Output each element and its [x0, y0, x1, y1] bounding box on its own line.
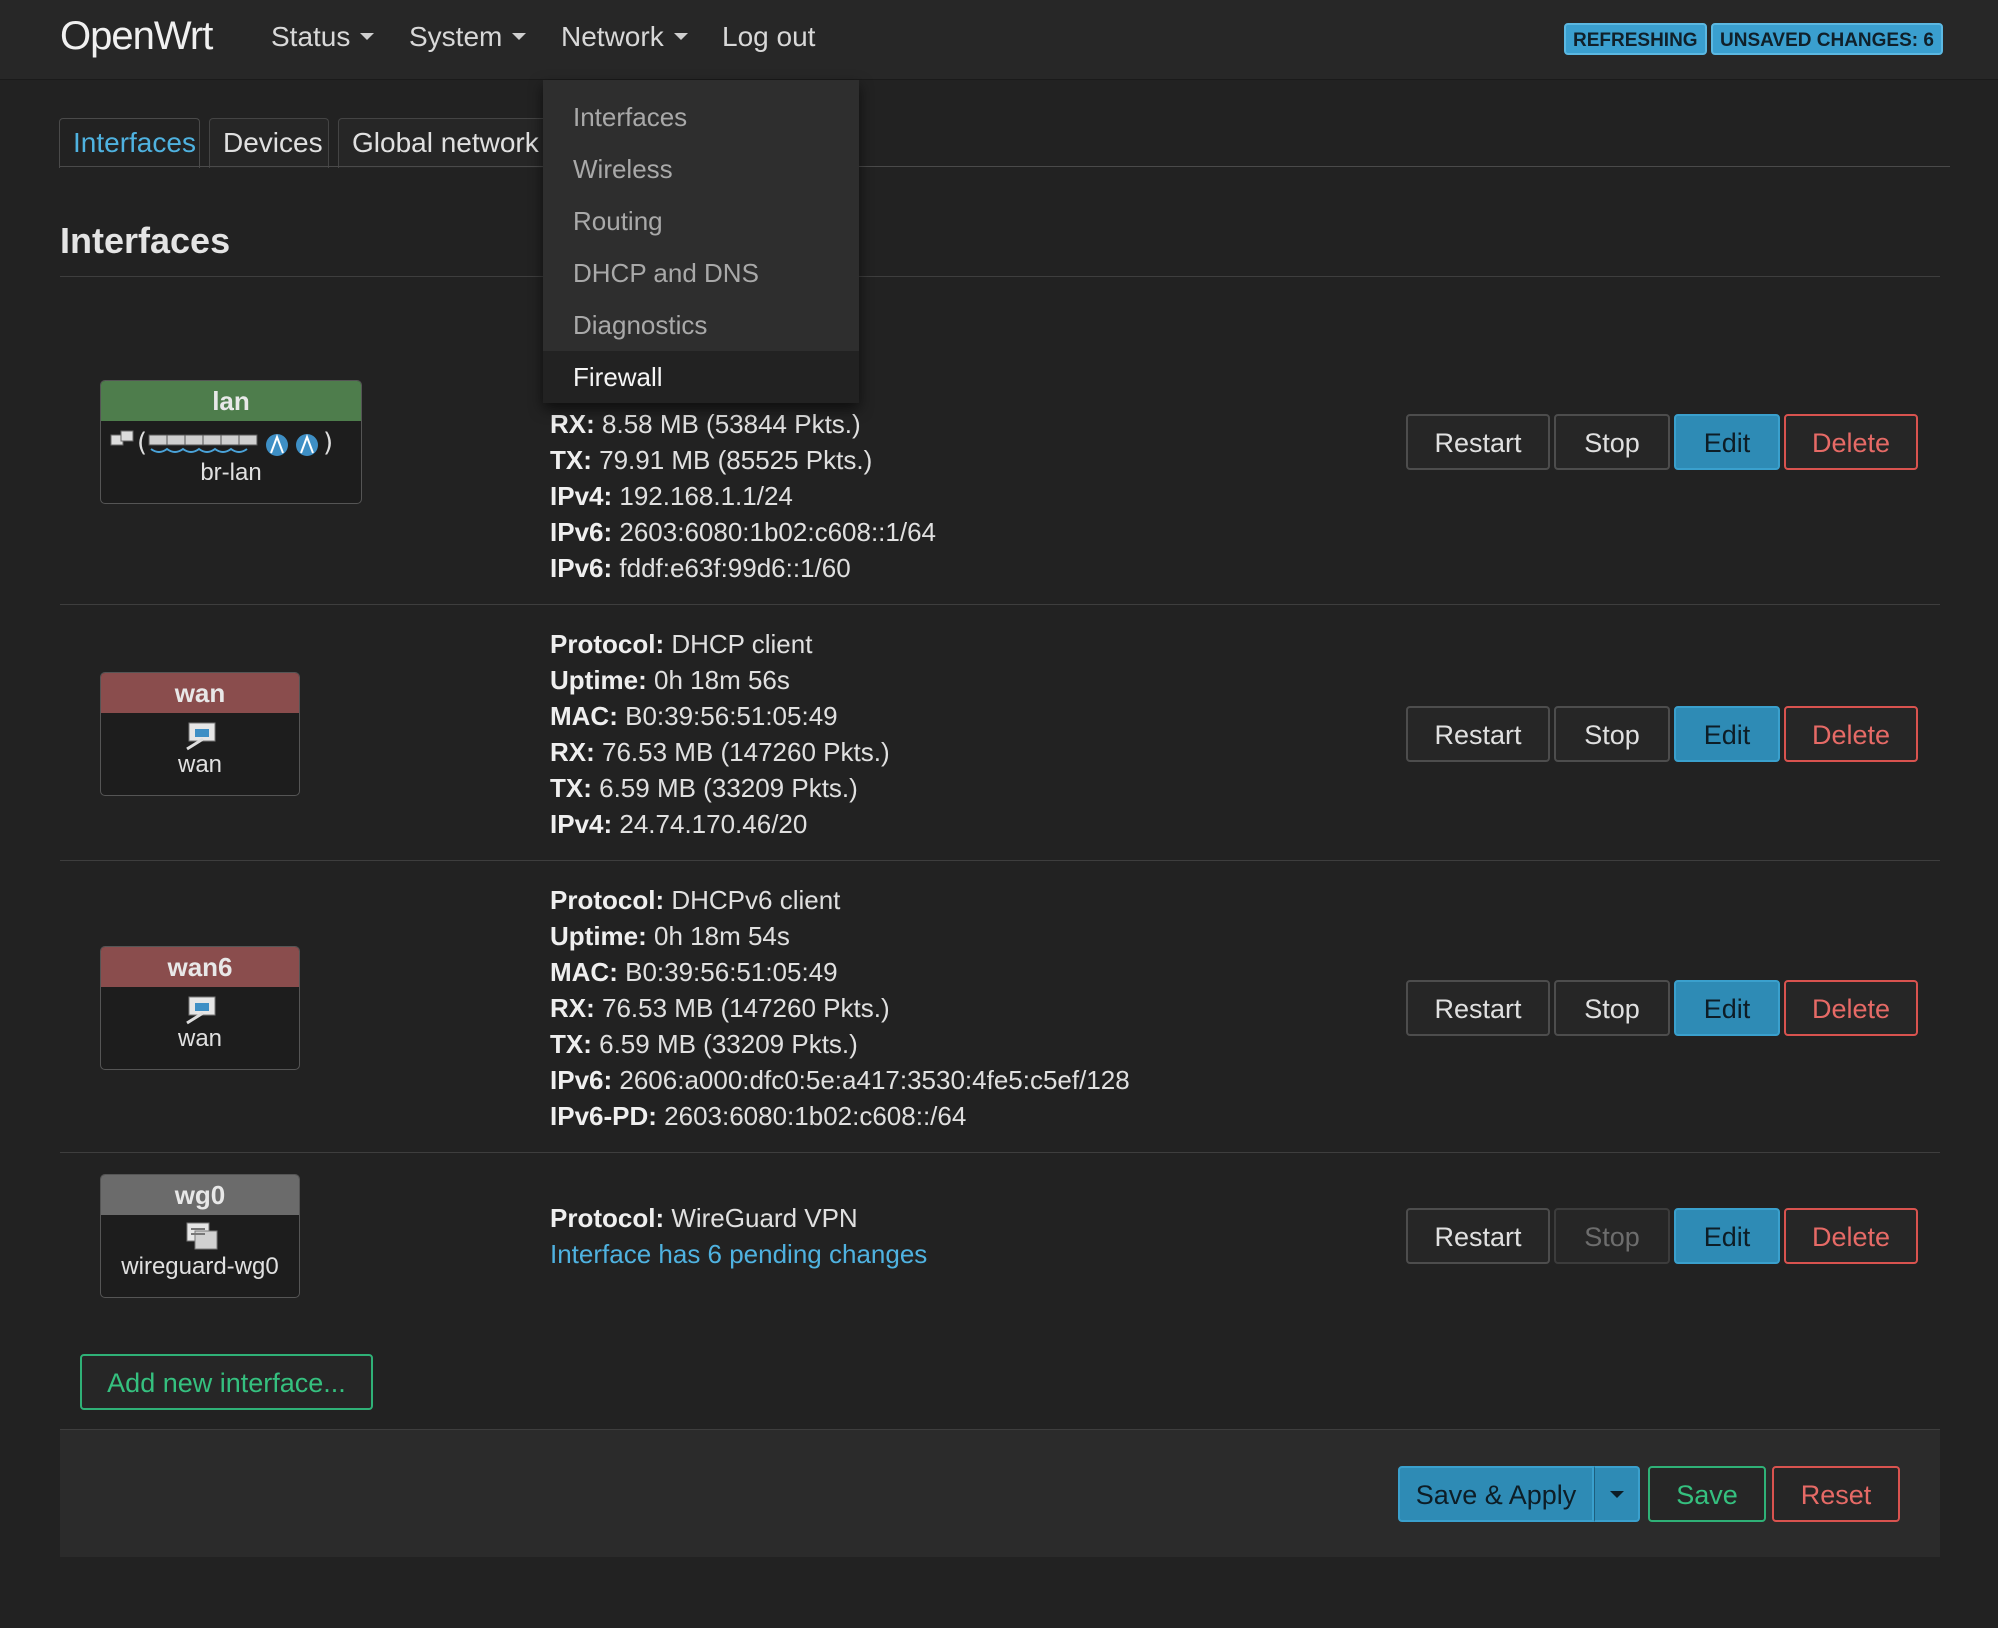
tab-devices[interactable]: Devices [209, 118, 329, 168]
info-line: IPv6: 2603:6080:1b02:c608::1/64 [550, 517, 937, 547]
ethernet-port-icon [186, 722, 216, 751]
svg-text:): ) [323, 428, 333, 458]
nav-logout[interactable]: Log out [722, 21, 815, 53]
menu-item-wireless[interactable]: Wireless [543, 143, 859, 195]
nav-network-label: Network [561, 21, 664, 52]
menu-item-diagnostics[interactable]: Diagnostics [543, 299, 859, 351]
info-line: TX: 79.91 MB (85525 Pkts.) [550, 445, 873, 475]
info-line: Protocol: DHCP client [550, 629, 813, 659]
page-title: Interfaces [60, 220, 231, 261]
tunnel-icon [186, 1222, 218, 1250]
interface-badge-wan6[interactable]: wan6 wan [100, 946, 300, 1070]
info-line: Protocol: WireGuard VPN [550, 1203, 858, 1233]
ethernet-port-icon-wrap [101, 987, 299, 1025]
interface-device: wireguard-wg0 [121, 1253, 279, 1280]
chevron-down-icon [1609, 1491, 1624, 1499]
nav-status[interactable]: Status [271, 21, 375, 53]
restart-button[interactable]: Restart [1406, 414, 1550, 470]
interface-info-wg0: Protocol: WireGuard VPN Interface has 6 … [550, 1200, 927, 1272]
menu-item-interfaces[interactable]: Interfaces [543, 91, 859, 143]
nav-status-label: Status [271, 21, 351, 52]
row-divider [60, 860, 1940, 861]
interface-info-wan: Protocol: DHCP client Uptime: 0h 18m 56s… [550, 626, 890, 842]
info-line: RX: 76.53 MB (147260 Pkts.) [550, 993, 890, 1023]
pending-changes-note: Interface has 6 pending changes [550, 1239, 928, 1269]
restart-button[interactable]: Restart [1406, 706, 1550, 762]
reset-button[interactable]: Reset [1772, 1466, 1900, 1522]
edit-button[interactable]: Edit [1674, 1208, 1780, 1264]
info-line: MAC: B0:39:56:51:05:49 [550, 957, 838, 987]
info-line: IPv4: 192.168.1.1/24 [550, 481, 793, 511]
tab-interfaces[interactable]: Interfaces [59, 118, 200, 168]
info-line: RX: 76.53 MB (147260 Pkts.) [550, 737, 890, 767]
chevron-down-icon [512, 33, 527, 41]
divider [60, 276, 1940, 277]
stop-button[interactable]: Stop [1554, 414, 1670, 470]
brand-logo[interactable]: OpenWrt [60, 14, 213, 59]
unsaved-changes-badge[interactable]: UNSAVED CHANGES: 6 [1711, 23, 1943, 55]
edit-button[interactable]: Edit [1674, 980, 1780, 1036]
restart-button[interactable]: Restart [1406, 980, 1550, 1036]
delete-button[interactable]: Delete [1784, 414, 1918, 470]
info-line: MAC: B0:39:56:51:05:49 [550, 701, 838, 731]
save-apply-dropdown[interactable] [1594, 1466, 1640, 1522]
nav-logout-label: Log out [722, 21, 816, 52]
chevron-down-icon [360, 33, 375, 41]
interface-info-wan6: Protocol: DHCPv6 client Uptime: 0h 18m 5… [550, 882, 1130, 1134]
delete-button[interactable]: Delete [1784, 706, 1918, 762]
interface-name: wg0 [101, 1175, 299, 1215]
info-line: Protocol: DHCPv6 client [550, 885, 841, 915]
stop-button[interactable]: Stop [1554, 980, 1670, 1036]
interface-name: wan [101, 673, 299, 713]
bridge-ports-icons: ( ) [101, 421, 361, 459]
menu-item-routing[interactable]: Routing [543, 195, 859, 247]
info-line: TX: 6.59 MB (33209 Pkts.) [550, 773, 858, 803]
interface-info-lan: RX: 8.58 MB (53844 Pkts.) TX: 79.91 MB (… [550, 406, 936, 586]
info-line: Uptime: 0h 18m 56s [550, 665, 790, 695]
stop-button[interactable]: Stop [1554, 706, 1670, 762]
nav-network[interactable]: Network [561, 21, 688, 53]
bridge-icon: ( ) [110, 428, 333, 458]
menu-item-dhcp-dns[interactable]: DHCP and DNS [543, 247, 859, 299]
menu-item-firewall[interactable]: Firewall [543, 351, 859, 403]
interface-badge-wan[interactable]: wan wan [100, 672, 300, 796]
interface-device: wan [177, 1025, 223, 1052]
edit-button[interactable]: Edit [1674, 414, 1780, 470]
info-line: IPv6: fddf:e63f:99d6::1/60 [550, 553, 851, 583]
save-button[interactable]: Save [1648, 1466, 1766, 1522]
edit-button[interactable]: Edit [1674, 706, 1780, 762]
delete-button[interactable]: Delete [1784, 1208, 1918, 1264]
row-divider [60, 604, 1940, 605]
network-dropdown-menu: Interfaces Wireless Routing DHCP and DNS… [543, 80, 859, 403]
tunnel-icon-wrap [101, 1215, 299, 1253]
ethernet-port-icon [186, 996, 216, 1025]
interface-badge-wg0[interactable]: wg0 wireguard-wg0 [100, 1174, 300, 1298]
restart-button[interactable]: Restart [1406, 1208, 1550, 1264]
nav-system[interactable]: System [409, 21, 527, 53]
interface-badge-lan[interactable]: lan ( ) br-lan [100, 380, 362, 504]
info-line: IPv6: 2606:a000:dfc0:5e:a417:3530:4fe5:c… [550, 1065, 1130, 1095]
svg-text:(: ( [137, 428, 147, 458]
info-line: RX: 8.58 MB (53844 Pkts.) [550, 409, 861, 439]
add-interface-button[interactable]: Add new interface... [80, 1354, 373, 1410]
save-apply-button[interactable]: Save & Apply [1398, 1466, 1594, 1522]
info-line: TX: 6.59 MB (33209 Pkts.) [550, 1029, 858, 1059]
chevron-down-icon [673, 33, 688, 41]
refreshing-badge[interactable]: REFRESHING [1564, 23, 1707, 55]
ethernet-port-icon-wrap [101, 713, 299, 751]
stop-button-disabled: Stop [1554, 1208, 1670, 1264]
info-line: IPv4: 24.74.170.46/20 [550, 809, 808, 839]
top-navbar: OpenWrt Status System Network Log out RE… [0, 0, 1998, 80]
info-line: Uptime: 0h 18m 54s [550, 921, 790, 951]
row-divider [60, 1152, 1940, 1153]
delete-button[interactable]: Delete [1784, 980, 1918, 1036]
tab-global-network-options[interactable]: Global network o [338, 118, 552, 168]
interface-name: lan [101, 381, 361, 421]
interface-device: wan [177, 751, 223, 778]
tab-divider [60, 166, 1950, 167]
nav-system-label: System [409, 21, 503, 52]
info-line: IPv6-PD: 2603:6080:1b02:c608::/64 [550, 1101, 967, 1131]
interface-name: wan6 [101, 947, 299, 987]
interface-device: br-lan [200, 459, 262, 486]
